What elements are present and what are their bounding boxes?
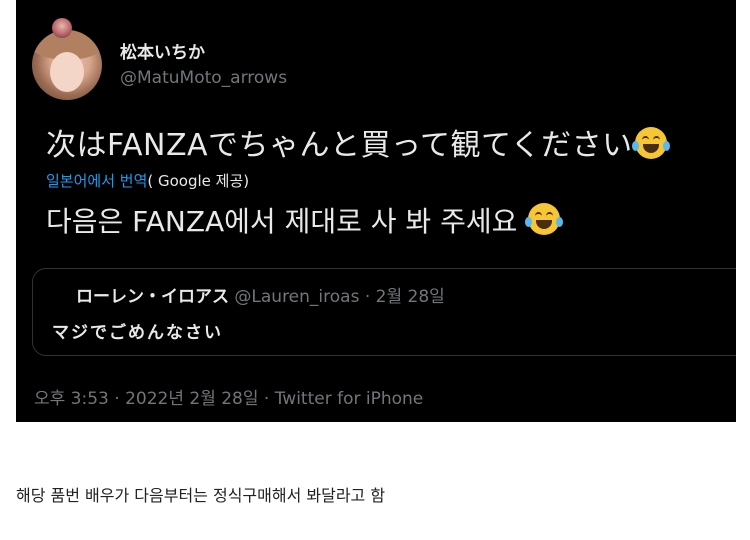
- quoted-author-handle: @Lauren_iroas: [234, 287, 360, 307]
- tears-of-joy-emoji-icon: [525, 203, 564, 235]
- tweet-text: 次はFANZAでちゃんと買って観てください: [46, 120, 670, 164]
- translated-tweet-text: 다음은 FANZA에서 제대로 사 봐 주세요: [46, 200, 564, 240]
- translation-attribution: 일본어에서 번역( Google 제공): [46, 170, 249, 191]
- quoted-tweet-header: ローレン・イロアス @Lauren_iroas · 2월 28일: [46, 282, 445, 307]
- author-display-name[interactable]: 松本いちか: [120, 38, 205, 63]
- author-avatar[interactable]: [32, 30, 102, 100]
- avatar-face: [50, 52, 84, 92]
- quoted-author-name: ローレン・イロアス: [76, 287, 229, 307]
- quoted-author-avatar: [52, 18, 72, 38]
- translated-text-content: 다음은 FANZA에서 제대로 사 봐 주세요: [46, 205, 518, 238]
- tears-of-joy-emoji-icon: [631, 127, 670, 159]
- quoted-tweet-text: マジでごめんなさい: [52, 323, 223, 343]
- author-handle[interactable]: @MatuMoto_arrows: [120, 68, 287, 88]
- translation-provider: ( Google 제공): [147, 172, 250, 190]
- quoted-tweet-date: · 2월 28일: [364, 287, 445, 307]
- post-caption: 해당 품번 배우가 다음부터는 정식구매해서 봐달라고 함: [16, 486, 386, 505]
- tweet-card[interactable]: 松本いちか @MatuMoto_arrows 次はFANZAでちゃんと買って観て…: [16, 0, 736, 422]
- tweet-text-content: 次はFANZAでちゃんと買って観てください: [46, 128, 633, 163]
- tweet-timestamp[interactable]: 오후 3:53 · 2022년 2월 28일 · Twitter for iPh…: [34, 384, 423, 409]
- translate-link[interactable]: 일본어에서 번역: [46, 172, 147, 190]
